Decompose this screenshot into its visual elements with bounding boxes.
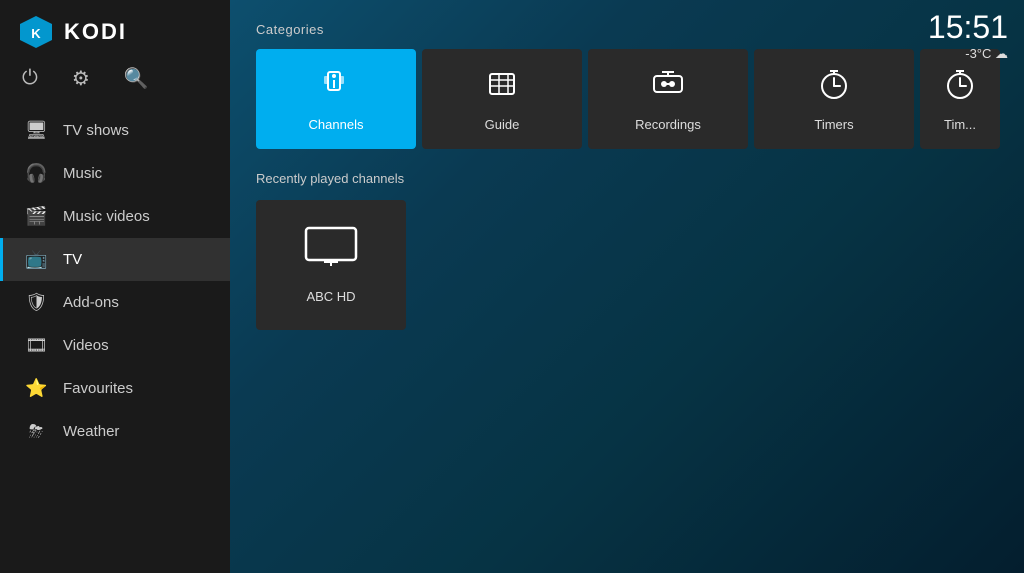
app-title: KODI: [64, 19, 127, 45]
category-tile-recordings-label: Recordings: [635, 117, 701, 132]
category-tile-timers2[interactable]: Tim...: [920, 49, 1000, 149]
logo-area: K KODI: [0, 0, 230, 60]
sidebar-item-videos-label: Videos: [63, 337, 109, 354]
sidebar-item-tv-label: TV: [63, 251, 82, 268]
music-videos-icon: 🎬: [25, 206, 47, 227]
category-tile-channels[interactable]: Channels: [256, 49, 416, 149]
weather-icon: ⛈: [25, 421, 47, 442]
weather-display: -3°C ☁: [928, 46, 1008, 62]
videos-icon: 🎞: [25, 335, 47, 356]
timers-icon: [816, 66, 852, 109]
recent-items-container: ABC HD: [256, 200, 1000, 330]
sidebar-item-weather-label: Weather: [63, 423, 119, 440]
channels-icon: [318, 66, 354, 109]
sidebar: K KODI ⏻ ⚙ 🔍 🖥 TV shows 🎧 Music 🎬 Music video…: [0, 0, 230, 573]
svg-text:K: K: [31, 26, 41, 41]
sidebar-item-music-label: Music: [63, 165, 102, 182]
top-icons-bar: ⏻ ⚙ 🔍: [0, 60, 230, 105]
kodi-logo-icon: K: [18, 14, 54, 50]
sidebar-item-tv[interactable]: 📺 TV: [0, 238, 230, 281]
sidebar-item-tv-shows[interactable]: 🖥 TV shows: [0, 109, 230, 152]
clock-display: 15:51: [928, 10, 1008, 45]
sidebar-item-add-ons-label: Add-ons: [63, 294, 119, 311]
sidebar-item-music-videos-label: Music videos: [63, 208, 150, 225]
abc-hd-tv-icon: [304, 226, 358, 277]
settings-button[interactable]: ⚙: [72, 66, 90, 91]
sidebar-item-favourites[interactable]: ⭐ Favourites: [0, 367, 230, 410]
sidebar-item-music[interactable]: 🎧 Music: [0, 152, 230, 195]
sidebar-item-videos[interactable]: 🎞 Videos: [0, 324, 230, 367]
sidebar-item-favourites-label: Favourites: [63, 380, 133, 397]
recent-channels-label: Recently played channels: [256, 171, 1000, 186]
category-tiles-container: Channels Guide Recordings Timers Tim.: [256, 49, 1000, 149]
category-tile-timers[interactable]: Timers: [754, 49, 914, 149]
guide-icon: [484, 66, 520, 109]
category-tile-recordings[interactable]: Recordings: [588, 49, 748, 149]
sidebar-item-add-ons[interactable]: 🛡 Add-ons: [0, 281, 230, 324]
main-navigation: 🖥 TV shows 🎧 Music 🎬 Music videos 📺 TV 🛡 Add-ons 🎞…: [0, 109, 230, 573]
category-tile-guide[interactable]: Guide: [422, 49, 582, 149]
favourites-icon: ⭐: [25, 378, 47, 399]
power-button[interactable]: ⏻: [22, 67, 38, 90]
tv-shows-icon: 🖥: [25, 120, 47, 141]
sidebar-item-weather[interactable]: ⛈ Weather: [0, 410, 230, 453]
category-tile-timers2-label: Tim...: [944, 117, 976, 132]
recent-item-abc-hd-label: ABC HD: [306, 289, 355, 304]
recordings-icon: [650, 66, 686, 109]
music-icon: 🎧: [25, 163, 47, 184]
add-ons-icon: 🛡: [25, 292, 47, 313]
recent-item-abc-hd[interactable]: ABC HD: [256, 200, 406, 330]
tv-icon: 📺: [25, 249, 47, 270]
categories-label: Categories: [256, 22, 1000, 37]
category-tile-channels-label: Channels: [309, 117, 364, 132]
sidebar-item-music-videos[interactable]: 🎬 Music videos: [0, 195, 230, 238]
category-tile-timers-label: Timers: [814, 117, 853, 132]
category-tile-guide-label: Guide: [485, 117, 520, 132]
main-content: 15:51 -3°C ☁ Categories Channels Guide R…: [230, 0, 1024, 573]
sidebar-item-tv-shows-label: TV shows: [63, 122, 129, 139]
timers2-icon: [942, 66, 978, 109]
clock-area: 15:51 -3°C ☁: [928, 10, 1008, 62]
search-button[interactable]: 🔍: [124, 66, 149, 91]
